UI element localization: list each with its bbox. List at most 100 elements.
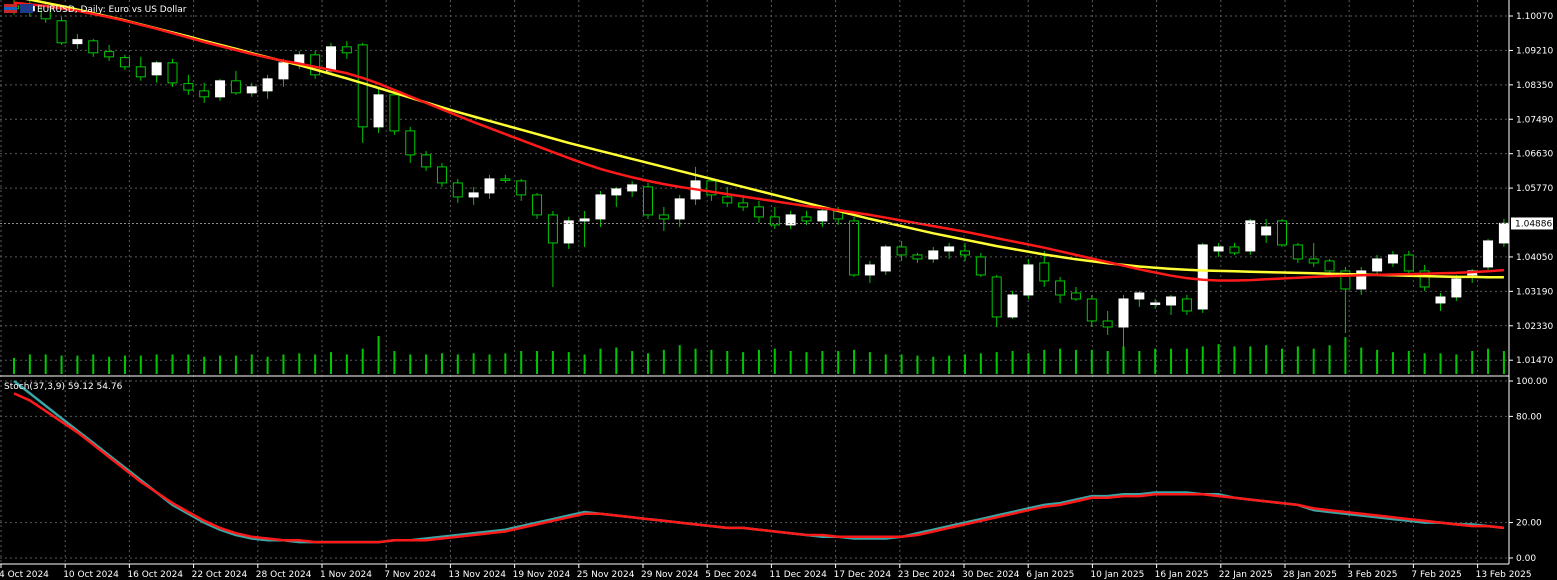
candle[interactable] xyxy=(1308,242,1319,267)
candle-body[interactable] xyxy=(928,250,939,260)
candle[interactable] xyxy=(1118,294,1129,347)
candle-body[interactable] xyxy=(1498,222,1509,244)
candle[interactable] xyxy=(230,70,241,95)
candle[interactable] xyxy=(1007,290,1018,319)
candle[interactable] xyxy=(1356,266,1367,295)
candle[interactable] xyxy=(1387,250,1398,267)
candle-body[interactable] xyxy=(1134,292,1145,300)
candle[interactable] xyxy=(262,74,273,99)
candle-body[interactable] xyxy=(595,194,606,220)
candle-body[interactable] xyxy=(183,83,194,91)
candle[interactable] xyxy=(167,58,178,87)
candle-body[interactable] xyxy=(960,250,970,256)
candle[interactable] xyxy=(547,210,558,287)
candle[interactable] xyxy=(104,44,115,61)
candle[interactable] xyxy=(1039,250,1050,287)
candle-body[interactable] xyxy=(119,57,130,68)
candle-body[interactable] xyxy=(611,188,622,196)
candle-body[interactable] xyxy=(215,80,226,98)
candle[interactable] xyxy=(135,56,146,81)
candle[interactable] xyxy=(183,74,194,95)
candle[interactable] xyxy=(896,240,907,261)
candle[interactable] xyxy=(532,192,543,219)
candle[interactable] xyxy=(88,38,99,57)
candle-body[interactable] xyxy=(278,62,289,80)
candle[interactable] xyxy=(690,166,701,205)
price-chart-canvas[interactable]: 1.10070 1.09210 1.08350 1.07490 1.06630 1.057… xyxy=(0,0,1557,580)
candle[interactable] xyxy=(1483,238,1494,271)
candle-body[interactable] xyxy=(658,214,669,220)
candle-body[interactable] xyxy=(310,54,321,76)
candle-body[interactable] xyxy=(1483,240,1494,268)
candle-body[interactable] xyxy=(405,130,416,156)
candle-body[interactable] xyxy=(1213,246,1224,252)
candle[interactable] xyxy=(880,244,891,275)
candle[interactable] xyxy=(1213,242,1224,257)
candle-body[interactable] xyxy=(516,180,527,196)
candle-body[interactable] xyxy=(1023,264,1034,296)
candle[interactable] xyxy=(1134,290,1145,307)
candle[interactable] xyxy=(1181,294,1192,315)
candle-body[interactable] xyxy=(547,214,558,244)
candle[interactable] xyxy=(72,34,83,49)
candle[interactable] xyxy=(452,178,463,203)
candle[interactable] xyxy=(722,186,733,207)
candle[interactable] xyxy=(643,182,653,219)
candle[interactable] xyxy=(1102,310,1113,335)
candle[interactable] xyxy=(405,126,416,163)
candle[interactable] xyxy=(928,246,939,263)
candle-body[interactable] xyxy=(1292,244,1303,260)
candle-body[interactable] xyxy=(389,94,400,132)
candle-body[interactable] xyxy=(880,246,891,272)
candle-body[interactable] xyxy=(753,206,764,218)
candle[interactable] xyxy=(1070,286,1081,301)
candle-body[interactable] xyxy=(849,220,860,276)
candle-body[interactable] xyxy=(1007,294,1018,318)
candle-body[interactable] xyxy=(1102,320,1113,328)
candle-body[interactable] xyxy=(627,184,638,192)
candle-body[interactable] xyxy=(944,246,955,252)
candle[interactable] xyxy=(246,82,257,97)
candle-body[interactable] xyxy=(738,202,749,208)
candle[interactable] xyxy=(215,78,226,101)
candle-body[interactable] xyxy=(1387,254,1398,264)
candle[interactable] xyxy=(611,186,622,207)
candle-body[interactable] xyxy=(801,216,812,222)
candle-body[interactable] xyxy=(643,186,653,216)
candle-body[interactable] xyxy=(817,210,828,222)
candle[interactable] xyxy=(849,216,860,277)
candle-body[interactable] xyxy=(1229,246,1240,254)
candle[interactable] xyxy=(1372,254,1383,275)
candle-body[interactable] xyxy=(104,51,115,58)
candle-body[interactable] xyxy=(294,54,305,64)
candle[interactable] xyxy=(960,242,970,261)
candle-body[interactable] xyxy=(262,78,273,92)
candle-body[interactable] xyxy=(373,94,384,128)
candle[interactable] xyxy=(389,90,400,135)
candle[interactable] xyxy=(801,210,812,225)
candle-body[interactable] xyxy=(357,44,368,128)
candle[interactable] xyxy=(1451,274,1462,301)
candle[interactable] xyxy=(1292,242,1303,263)
candle-body[interactable] xyxy=(199,90,210,98)
candle-body[interactable] xyxy=(167,62,178,84)
candle[interactable] xyxy=(119,54,130,71)
candle[interactable] xyxy=(975,252,986,277)
candle[interactable] xyxy=(753,200,764,223)
candle[interactable] xyxy=(373,86,384,133)
candle-body[interactable] xyxy=(1308,258,1319,264)
candle[interactable] xyxy=(484,174,495,199)
chart-window[interactable]: 1.10070 1.09210 1.08350 1.07490 1.06630 1.057… xyxy=(0,0,1557,580)
candle-body[interactable] xyxy=(500,178,511,181)
candle[interactable] xyxy=(1023,258,1034,299)
candle-body[interactable] xyxy=(1181,298,1192,312)
candle-body[interactable] xyxy=(468,192,479,198)
candle-body[interactable] xyxy=(896,246,907,256)
candle-body[interactable] xyxy=(1039,262,1050,282)
candle[interactable] xyxy=(151,60,162,83)
candle-body[interactable] xyxy=(1166,296,1177,306)
candle-body[interactable] xyxy=(135,66,146,78)
candle-body[interactable] xyxy=(975,256,986,276)
candle-body[interactable] xyxy=(1451,278,1462,298)
candle[interactable] xyxy=(1229,242,1240,255)
